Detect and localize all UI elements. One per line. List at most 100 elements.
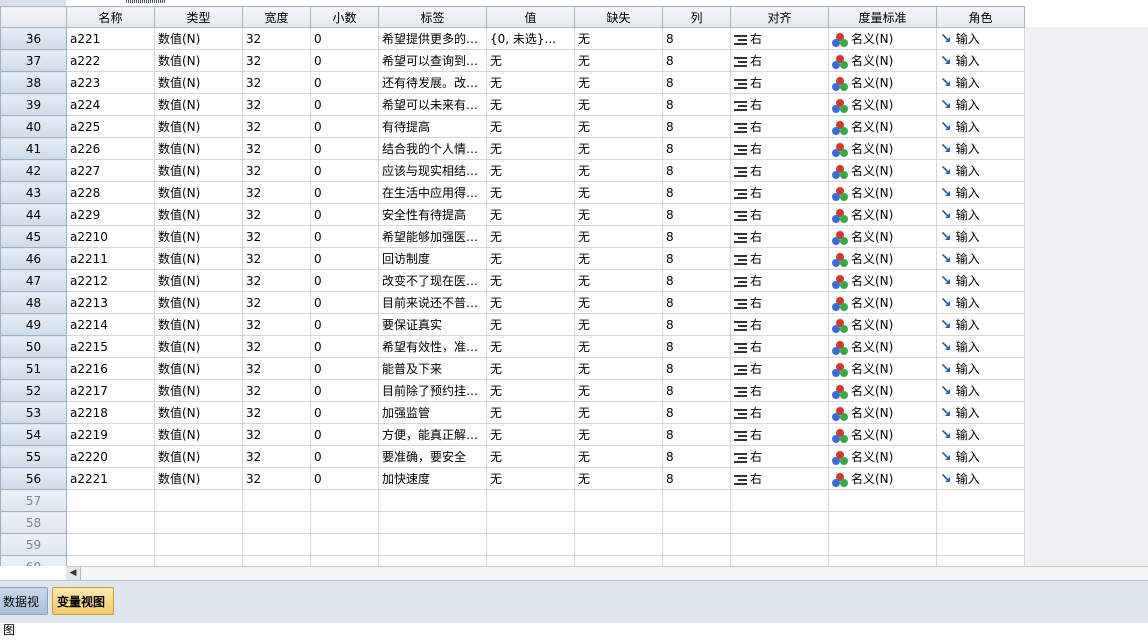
cell-role[interactable]: ↘ 输入: [936, 423, 1025, 446]
cell-width[interactable]: 32: [242, 71, 311, 94]
column-resize-grip[interactable]: [126, 0, 166, 3]
cell-type[interactable]: 数值(N): [154, 269, 243, 292]
cell-width[interactable]: 32: [242, 49, 311, 72]
cell-type[interactable]: 数值(N): [154, 445, 243, 468]
cell-role[interactable]: ↘ 输入: [936, 247, 1025, 270]
cell-name[interactable]: a2216: [66, 357, 155, 380]
cell-width[interactable]: 32: [242, 247, 311, 270]
cell-decimals[interactable]: 0: [310, 181, 379, 204]
cell-width[interactable]: 32: [242, 159, 311, 182]
cell-width[interactable]: 32: [242, 27, 311, 50]
cell-cols[interactable]: 8: [662, 467, 731, 490]
row-number[interactable]: 60: [0, 555, 67, 566]
empty-cell[interactable]: [574, 533, 663, 556]
cell-name[interactable]: a2217: [66, 379, 155, 402]
cell-measure[interactable]: 名义(N): [828, 445, 937, 468]
cell-values[interactable]: 无: [486, 467, 575, 490]
cell-cols[interactable]: 8: [662, 357, 731, 380]
cell-measure[interactable]: 名义(N): [828, 181, 937, 204]
cell-values[interactable]: 无: [486, 203, 575, 226]
cell-values[interactable]: 无: [486, 93, 575, 116]
cell-role[interactable]: ↘ 输入: [936, 137, 1025, 160]
cell-width[interactable]: 32: [242, 313, 311, 336]
cell-name[interactable]: a2218: [66, 401, 155, 424]
cell-type[interactable]: 数值(N): [154, 159, 243, 182]
empty-cell[interactable]: [936, 555, 1025, 566]
cell-label[interactable]: 希望能够加强医…: [378, 225, 487, 248]
cell-align[interactable]: 右: [730, 247, 829, 270]
cell-missing[interactable]: 无: [574, 401, 663, 424]
cell-missing[interactable]: 无: [574, 225, 663, 248]
empty-cell[interactable]: [730, 555, 829, 566]
cell-values[interactable]: 无: [486, 225, 575, 248]
cell-values[interactable]: 无: [486, 71, 575, 94]
cell-label[interactable]: 加强监管: [378, 401, 487, 424]
empty-cell[interactable]: [154, 511, 243, 534]
cell-measure[interactable]: 名义(N): [828, 115, 937, 138]
empty-cell[interactable]: [828, 533, 937, 556]
empty-cell[interactable]: [662, 555, 731, 566]
cell-type[interactable]: 数值(N): [154, 137, 243, 160]
cell-values[interactable]: 无: [486, 137, 575, 160]
cell-align[interactable]: 右: [730, 203, 829, 226]
cell-measure[interactable]: 名义(N): [828, 269, 937, 292]
cell-measure[interactable]: 名义(N): [828, 71, 937, 94]
row-number[interactable]: 55: [0, 445, 67, 468]
cell-width[interactable]: 32: [242, 423, 311, 446]
empty-cell[interactable]: [310, 533, 379, 556]
cell-cols[interactable]: 8: [662, 71, 731, 94]
cell-missing[interactable]: 无: [574, 115, 663, 138]
cell-decimals[interactable]: 0: [310, 225, 379, 248]
row-number[interactable]: 36: [0, 27, 67, 50]
cell-role[interactable]: ↘ 输入: [936, 357, 1025, 380]
cell-missing[interactable]: 无: [574, 93, 663, 116]
cell-width[interactable]: 32: [242, 93, 311, 116]
cell-measure[interactable]: 名义(N): [828, 291, 937, 314]
row-number[interactable]: 59: [0, 533, 67, 556]
cell-width[interactable]: 32: [242, 401, 311, 424]
cell-missing[interactable]: 无: [574, 181, 663, 204]
cell-values[interactable]: 无: [486, 379, 575, 402]
cell-type[interactable]: 数值(N): [154, 225, 243, 248]
cell-type[interactable]: 数值(N): [154, 49, 243, 72]
cell-values[interactable]: 无: [486, 269, 575, 292]
cell-role[interactable]: ↘ 输入: [936, 159, 1025, 182]
cell-align[interactable]: 右: [730, 159, 829, 182]
cell-align[interactable]: 右: [730, 291, 829, 314]
cell-cols[interactable]: 8: [662, 423, 731, 446]
cell-align[interactable]: 右: [730, 401, 829, 424]
col-header-missing[interactable]: 缺失: [574, 6, 663, 28]
row-number[interactable]: 51: [0, 357, 67, 380]
empty-cell[interactable]: [574, 555, 663, 566]
empty-cell[interactable]: [486, 511, 575, 534]
col-header-type[interactable]: 类型: [154, 6, 243, 28]
cell-type[interactable]: 数值(N): [154, 247, 243, 270]
col-header-values[interactable]: 值: [486, 6, 575, 28]
cell-role[interactable]: ↘ 输入: [936, 115, 1025, 138]
cell-role[interactable]: ↘ 输入: [936, 71, 1025, 94]
cell-type[interactable]: 数值(N): [154, 115, 243, 138]
cell-cols[interactable]: 8: [662, 401, 731, 424]
empty-cell[interactable]: [378, 511, 487, 534]
cell-missing[interactable]: 无: [574, 335, 663, 358]
cell-align[interactable]: 右: [730, 357, 829, 380]
cell-cols[interactable]: 8: [662, 27, 731, 50]
cell-label[interactable]: 安全性有待提高: [378, 203, 487, 226]
cell-name[interactable]: a228: [66, 181, 155, 204]
cell-missing[interactable]: 无: [574, 357, 663, 380]
row-number[interactable]: 37: [0, 49, 67, 72]
cell-align[interactable]: 右: [730, 137, 829, 160]
cell-label[interactable]: 要保证真实: [378, 313, 487, 336]
cell-type[interactable]: 数值(N): [154, 27, 243, 50]
cell-measure[interactable]: 名义(N): [828, 335, 937, 358]
row-number[interactable]: 54: [0, 423, 67, 446]
cell-measure[interactable]: 名义(N): [828, 357, 937, 380]
cell-measure[interactable]: 名义(N): [828, 27, 937, 50]
row-number[interactable]: 39: [0, 93, 67, 116]
cell-width[interactable]: 32: [242, 269, 311, 292]
row-number[interactable]: 48: [0, 291, 67, 314]
cell-align[interactable]: 右: [730, 71, 829, 94]
row-number[interactable]: 47: [0, 269, 67, 292]
cell-cols[interactable]: 8: [662, 269, 731, 292]
cell-decimals[interactable]: 0: [310, 71, 379, 94]
